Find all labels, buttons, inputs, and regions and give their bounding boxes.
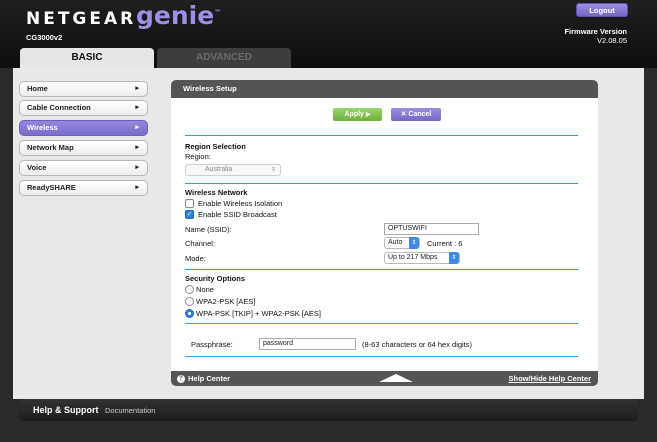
channel-value: Auto [388, 239, 403, 246]
header: NETGEAR genie™ CG3000v2 Logout Firmware … [0, 0, 657, 68]
cancel-button[interactable]: ✕ Cancel [391, 108, 441, 121]
netgear-logo: NETGEAR [26, 9, 137, 29]
chevron-right-icon: ▸ [135, 184, 139, 191]
passphrase-hint: (8-63 characters or 64 hex digits) [362, 340, 473, 349]
security-radio-wpa2[interactable] [185, 297, 194, 306]
wireless-isolation-checkbox[interactable] [185, 199, 194, 208]
divider [185, 323, 578, 324]
passphrase-input[interactable]: password [259, 338, 356, 350]
apply-button[interactable]: Apply ▶ [333, 108, 382, 121]
chevron-right-icon: ▸ [135, 85, 139, 92]
divider [185, 183, 578, 184]
divider [185, 135, 578, 136]
apply-label: Apply [344, 111, 364, 118]
sidebar-item-network-map[interactable]: Network Map ▸ [19, 140, 148, 156]
ssid-label: Name (SSID): [185, 225, 232, 234]
wireless-isolation-label: Enable Wireless Isolation [198, 199, 283, 208]
sidebar-item-cable-connection[interactable]: Cable Connection ▸ [19, 100, 148, 116]
chevron-updown-icon: ⇕ [409, 237, 419, 249]
security-options-heading: Security Options [185, 274, 246, 283]
sidebar-item-label: ReadySHARE [27, 183, 76, 192]
help-support-label: Help & Support [33, 405, 99, 415]
panel-footer: ? Help Center Show/Hide Help Center [171, 371, 598, 386]
model-name: CG3000v2 [26, 33, 63, 42]
chevron-updown-icon: ⇕ [270, 167, 276, 173]
ssid-input[interactable]: OPTUSWIFI [384, 223, 479, 235]
chevron-right-icon: ▸ [135, 164, 139, 171]
firmware-label: Firmware Version [564, 27, 627, 36]
ssid-broadcast-label: Enable SSID Broadcast [198, 210, 277, 219]
cancel-label: Cancel [408, 111, 432, 118]
sidebar-item-voice[interactable]: Voice ▸ [19, 160, 148, 176]
tab-basic[interactable]: BASIC [20, 48, 154, 68]
chevron-updown-icon: ⇕ [449, 252, 459, 264]
security-option-label: WPA-PSK [TKIP] + WPA2-PSK [AES] [196, 309, 321, 318]
sidebar-item-label: Cable Connection [27, 103, 91, 112]
play-icon: ▶ [365, 112, 371, 118]
channel-label: Channel: [185, 239, 216, 248]
close-icon: ✕ [400, 111, 407, 118]
sidebar-item-wireless[interactable]: Wireless ▸ [19, 120, 148, 136]
mode-label: Mode: [185, 254, 206, 263]
chevron-right-icon: ▸ [135, 104, 139, 111]
sidebar-item-label: Wireless [27, 123, 58, 132]
help-icon: ? [177, 375, 185, 384]
mode-select[interactable]: Up to 217 Mbps ⇕ [384, 252, 460, 264]
security-radio-wpa-wpa2[interactable] [185, 309, 194, 318]
genie-logo: genie™ [136, 1, 222, 30]
panel-title: Wireless Setup [171, 80, 598, 98]
chevron-right-icon: ▸ [135, 144, 139, 151]
documentation-link[interactable]: Documentation [105, 406, 155, 415]
show-hide-help-center-link[interactable]: Show/Hide Help Center [508, 371, 591, 386]
region-heading: Region Selection [185, 142, 246, 151]
help-center-link[interactable]: ? Help Center [177, 371, 230, 386]
sidebar-item-readyshare[interactable]: ReadySHARE ▸ [19, 180, 148, 196]
current-channel: Current : 6 [427, 239, 463, 248]
tab-advanced[interactable]: ADVANCED [157, 48, 291, 68]
channel-select[interactable]: Auto ⇕ [384, 237, 420, 249]
sidebar-item-home[interactable]: Home ▸ [19, 81, 148, 97]
divider [185, 269, 578, 270]
logout-button[interactable]: Logout [576, 3, 628, 17]
security-option-label: WPA2-PSK [AES] [196, 297, 256, 306]
mode-value: Up to 217 Mbps [388, 254, 438, 261]
region-value: Australia [205, 166, 233, 173]
firmware-value: V2.08.05 [596, 36, 627, 45]
help-support-bar: Help & Support Documentation [19, 399, 638, 421]
ssid-broadcast-checkbox[interactable]: ✓ [185, 210, 194, 219]
chevron-right-icon: ▸ [135, 124, 139, 131]
divider [185, 356, 578, 357]
wireless-network-heading: Wireless Network [185, 188, 248, 197]
sidebar-item-label: Network Map [27, 143, 74, 152]
help-center-label: Help Center [188, 374, 231, 383]
security-radio-none[interactable] [185, 285, 194, 294]
sidebar-item-label: Voice [27, 163, 47, 172]
expand-triangle-icon[interactable] [379, 374, 413, 382]
region-select: Australia ⇕ [185, 164, 281, 176]
region-label: Region: [185, 152, 211, 161]
sidebar-item-label: Home [27, 84, 48, 93]
wireless-setup-panel: Wireless Setup Apply ▶ ✕ Cancel Region S… [171, 80, 598, 386]
security-option-label: None [196, 285, 214, 294]
passphrase-label: Passphrase: [191, 340, 233, 349]
